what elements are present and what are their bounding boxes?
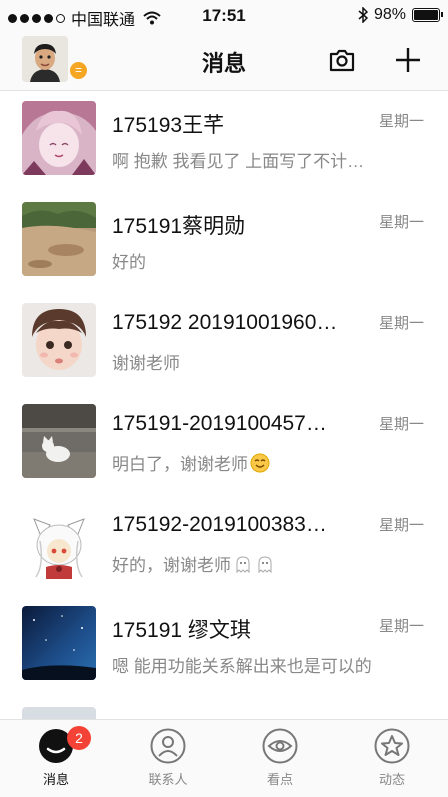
chat-item[interactable]: 175191蔡明勋 星期一 好的 <box>0 192 448 293</box>
night-sky-avatar <box>22 606 96 680</box>
nav-bar: = 消息 <box>0 32 448 91</box>
add-icon[interactable] <box>393 45 423 75</box>
battery-icon <box>412 8 443 22</box>
chat-time: 星期一 <box>378 315 424 332</box>
tab-discover[interactable]: 看点 <box>224 720 336 797</box>
bluetooth-icon <box>358 7 368 23</box>
smile-emoji-icon <box>250 453 270 473</box>
star-circle-icon <box>374 728 410 764</box>
status-bar: 中国联通 17:51 98% <box>0 0 448 32</box>
chat-time: 星期一 <box>378 113 424 130</box>
unread-badge: 2 <box>67 726 91 750</box>
chat-item[interactable]: 175191 缪文琪 星期一 嗯 能用功能关系解出来也是可以的 <box>0 596 448 697</box>
tab-contacts[interactable]: 联系人 <box>112 720 224 797</box>
tab-messages[interactable]: 2 消息 <box>0 720 112 797</box>
chat-item[interactable]: 175193王芊 星期一 啊 抱歉 我看见了 上面写了不计… <box>0 91 448 192</box>
rock-landscape-avatar <box>22 202 96 276</box>
battery-percentage: 98% <box>373 6 406 23</box>
chat-time: 星期一 <box>378 618 424 635</box>
chat-preview-text: 好的，谢谢老师 <box>112 556 231 575</box>
chat-name: 175192-2019100383… <box>112 513 327 536</box>
camera-icon[interactable] <box>328 46 356 74</box>
contact-person-icon <box>150 728 186 764</box>
chat-item[interactable]: 175191-2019100457… 星期一 明白了，谢谢老师 <box>0 394 448 495</box>
chat-item-partial[interactable] <box>0 697 448 719</box>
eye-icon <box>262 728 298 764</box>
chat-name: 175192 20191001960… <box>112 311 338 334</box>
white-cat-avatar <box>22 404 96 478</box>
chat-preview: 好的，谢谢老师 <box>112 551 422 576</box>
chat-preview: 嗯 能用功能关系解出来也是可以的 <box>112 657 372 676</box>
chat-time: 星期一 <box>378 214 424 231</box>
chat-preview: 啊 抱歉 我看见了 上面写了不计… <box>112 152 365 171</box>
chat-name: 175191-2019100457… <box>112 412 327 435</box>
anime-girl-avatar <box>22 101 96 175</box>
ghost-emoji-icon <box>236 556 250 574</box>
tab-bar: 2 消息 联系人 看点 动态 <box>0 719 448 797</box>
chat-preview: 好的 <box>112 253 146 272</box>
page-title: 消息 <box>201 51 246 76</box>
chat-item[interactable]: 175192 20191001960… 星期一 谢谢老师 <box>0 293 448 394</box>
chat-item[interactable]: 175192-2019100383… 星期一 好的，谢谢老师 <box>0 495 448 596</box>
tab-label: 联系人 <box>148 772 188 787</box>
chat-name: 175191 缪文琪 <box>112 619 251 642</box>
chat-preview-text: 明白了，谢谢老师 <box>112 455 248 474</box>
child-photo-avatar <box>22 303 96 377</box>
chat-time: 星期一 <box>378 517 424 534</box>
tab-moments[interactable]: 动态 <box>336 720 448 797</box>
tab-label: 消息 <box>42 772 69 787</box>
chat-list: 175193王芊 星期一 啊 抱歉 我看见了 上面写了不计… 175191蔡明勋… <box>0 91 448 719</box>
chat-name: 175191蔡明勋 <box>112 215 246 238</box>
chat-time: 星期一 <box>378 416 424 433</box>
ghost-emoji-icon <box>258 556 272 574</box>
anime-cat-girl-avatar <box>22 505 96 579</box>
chat-preview: 明白了，谢谢老师 <box>112 450 422 475</box>
chat-preview: 谢谢老师 <box>112 354 180 373</box>
tab-label: 动态 <box>378 772 405 787</box>
tab-label: 看点 <box>266 772 293 787</box>
battery-fill <box>414 10 438 20</box>
chat-name: 175193王芊 <box>112 114 225 137</box>
partial-avatar <box>22 707 96 719</box>
